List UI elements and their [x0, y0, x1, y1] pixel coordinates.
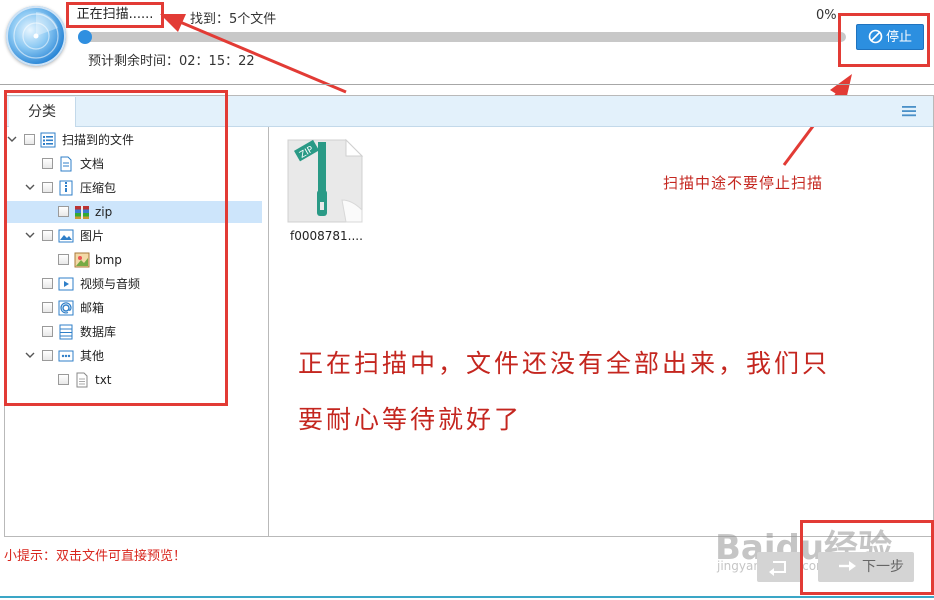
footer-divider	[0, 596, 934, 598]
stop-annotation: 扫描中途不要停止扫描	[663, 174, 824, 192]
preview-tip: 小提示：双击文件可直接预览！	[4, 549, 187, 564]
scan-annotation: 正在扫描中，文件还没有全部出来，我们只 要耐心等待就好了	[298, 336, 918, 448]
file-name[interactable]: f0008781....	[290, 229, 363, 243]
refresh-icon	[769, 561, 786, 576]
menu-icon[interactable]	[902, 104, 916, 118]
zip-file-icon[interactable]: ZIP	[284, 138, 364, 224]
scan-annotation-line1: 正在扫描中，文件还没有全部出来，我们只	[298, 349, 831, 378]
scan-annotation-line2: 要耐心等待就好了	[298, 405, 523, 434]
next-highlight-frame	[800, 520, 934, 595]
tree-highlight-frame	[4, 90, 228, 406]
header-divider	[0, 84, 934, 85]
pane-divider	[268, 127, 269, 536]
refresh-button[interactable]	[757, 552, 803, 582]
